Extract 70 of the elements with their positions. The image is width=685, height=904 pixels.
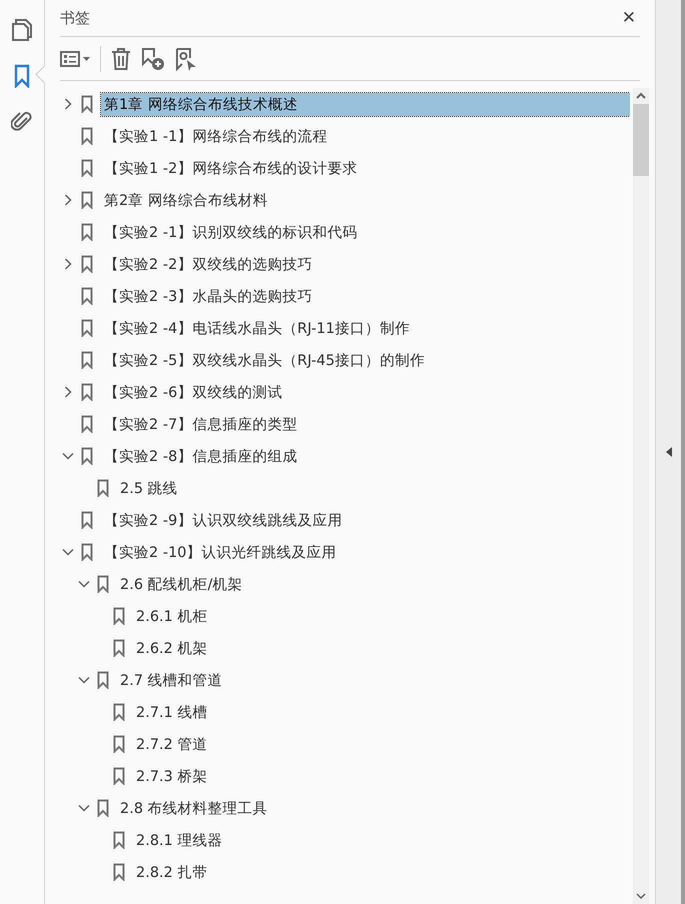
close-button[interactable]: ✕ [618,8,640,28]
bookmark-item[interactable]: 第2章 网络综合布线材料 [101,188,271,212]
collapse-chevron-icon[interactable] [62,548,74,556]
bookmark-icon [97,799,109,817]
bookmark-item[interactable]: 2.8.1 理线器 [133,828,226,852]
bookmark-icon [81,159,93,177]
find-bookmark-button[interactable] [175,46,197,70]
bookmark-icon [81,351,93,369]
collapse-arrow-icon[interactable] [666,447,672,457]
bookmark-icon [81,191,93,209]
bookmark-icon [81,383,93,401]
bookmark-item[interactable]: 【实验2 -9】认识双绞线跳线及应用 [101,508,346,532]
bookmark-item[interactable]: 2.5 跳线 [117,476,181,500]
bookmark-icon [113,767,125,785]
bookmark-icon [113,703,125,721]
bookmark-item[interactable]: 2.7.1 线槽 [133,700,211,724]
bookmark-icon [97,479,109,497]
bookmark-icon [81,223,93,241]
bookmark-icon [113,639,125,657]
bookmark-icon [81,127,93,145]
bookmark-item[interactable]: 第1章 网络综合布线技术概述 [101,92,630,116]
bookmark-item[interactable]: 2.7 线槽和管道 [117,668,226,692]
bookmark-item[interactable]: 【实验1 -2】网络综合布线的设计要求 [101,156,360,180]
bookmark-icon [81,319,93,337]
collapse-chevron-icon[interactable] [78,804,90,812]
bookmark-item[interactable]: 【实验2 -4】电话线水晶头（RJ-11接口）制作 [101,316,413,340]
bookmark-icon [81,95,93,113]
bookmark-item[interactable]: 【实验2 -1】识别双绞线的标识和代码 [101,220,360,244]
bookmark-icon [113,863,125,881]
bookmark-item[interactable]: 【实验2 -6】双绞线的测试 [101,380,286,404]
bookmark-item[interactable]: 【实验2 -10】认识光纤跳线及应用 [101,540,340,564]
bookmark-icon [97,671,109,689]
bookmark-item[interactable]: 2.7.3 桥架 [133,764,211,788]
bookmark-item[interactable]: 【实验2 -5】双绞线水晶头（RJ-45接口）的制作 [101,348,428,372]
pages-icon[interactable] [10,18,34,42]
options-menu-button[interactable] [60,50,90,66]
collapse-chevron-icon[interactable] [78,676,90,684]
bookmark-item[interactable]: 2.6 配线机柜/机架 [117,572,246,596]
collapse-chevron-icon[interactable] [62,452,74,460]
bookmark-item[interactable]: 2.8 布线材料整理工具 [117,796,271,820]
scroll-thumb[interactable] [633,104,649,176]
bookmark-icon [81,255,93,273]
bookmark-item[interactable]: 2.7.2 管道 [133,732,211,756]
dropdown-caret-icon [83,56,90,60]
bookmark-item[interactable]: 【实验1 -1】网络综合布线的流程 [101,124,330,148]
bookmark-icon [113,831,125,849]
expand-chevron-icon[interactable] [64,386,72,398]
expand-chevron-icon[interactable] [64,258,72,270]
add-bookmark-button[interactable] [141,46,165,70]
bookmark-item[interactable]: 【实验2 -8】信息插座的组成 [101,444,300,468]
scrollbar[interactable] [633,88,649,904]
bookmark-icon [113,735,125,753]
bookmark-item[interactable]: 2.8.2 扎带 [133,860,211,884]
bookmark-icon [97,575,109,593]
expand-chevron-icon[interactable] [64,194,72,206]
bookmark-item[interactable]: 【实验2 -2】双绞线的选购技巧 [101,252,316,276]
delete-button[interactable] [111,48,131,70]
bookmark-icon [81,415,93,433]
bookmark-icon [81,543,93,561]
bookmark-icon [113,607,125,625]
expand-chevron-icon[interactable] [64,98,72,110]
bookmark-item[interactable]: 2.6.2 机架 [133,636,211,660]
bookmark-icon [81,287,93,305]
collapse-chevron-icon[interactable] [78,580,90,588]
bookmark-item[interactable]: 【实验2 -7】信息插座的类型 [101,412,300,436]
bookmark-item[interactable]: 【实验2 -3】水晶头的选购技巧 [101,284,316,308]
bookmark-icon [81,447,93,465]
bookmark-icon [81,511,93,529]
bookmark-item[interactable]: 2.6.1 机柜 [133,604,211,628]
panel-title: 书签 [60,8,90,28]
